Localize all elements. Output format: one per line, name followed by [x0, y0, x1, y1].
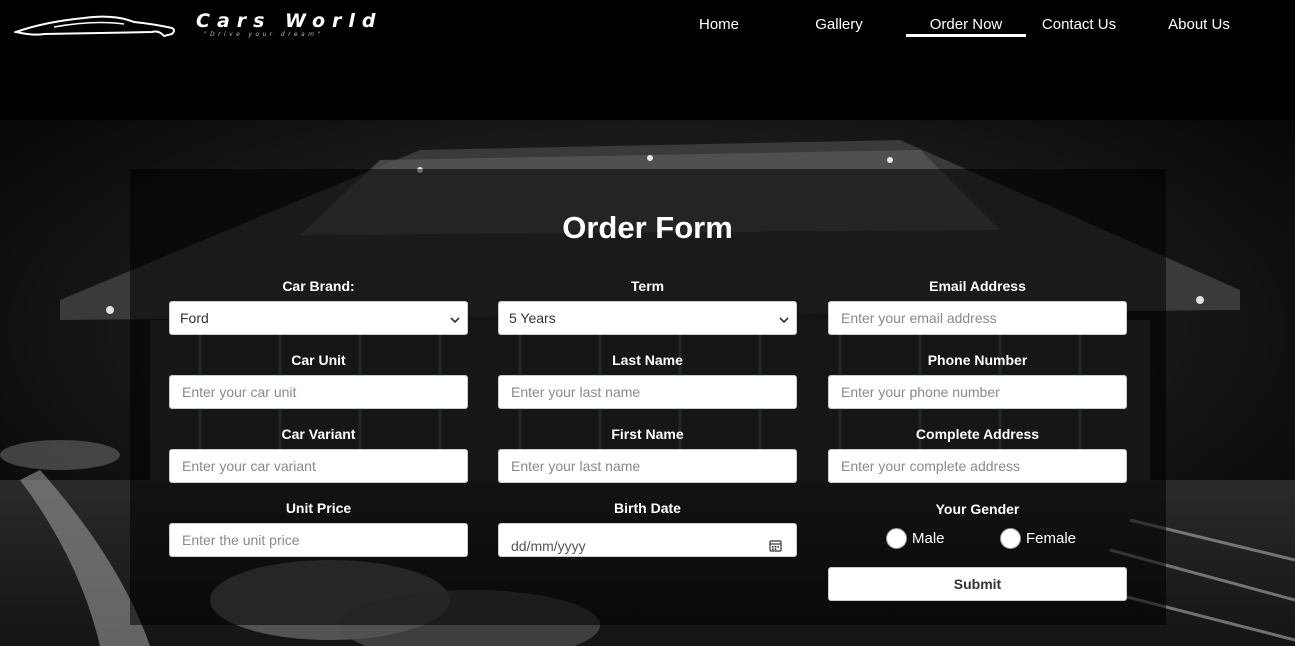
car-brand-select[interactable]: Ford	[169, 301, 468, 335]
car-brand-label: Car Brand:	[282, 278, 355, 294]
brand-logo[interactable]: Cars World "Drive your dream"	[12, 10, 376, 44]
unit-price-label: Unit Price	[285, 500, 352, 516]
first-name-field: First Name	[498, 425, 797, 483]
email-input[interactable]	[828, 301, 1127, 335]
car-variant-field: Car Variant	[169, 425, 468, 483]
email-field: Email Address	[828, 277, 1127, 335]
birth-date-field: Birth Date dd/mm/yyyy	[498, 499, 797, 557]
calendar-icon[interactable]	[769, 539, 782, 552]
gender-male-label: Male	[912, 530, 945, 547]
brand-title: Cars World	[196, 10, 383, 32]
email-label: Email Address	[929, 278, 1026, 294]
nav-gallery[interactable]: Gallery	[779, 16, 899, 33]
term-label: Term	[630, 278, 665, 294]
last-name-field: Last Name	[498, 351, 797, 409]
term-select[interactable]: 5 Years	[498, 301, 797, 335]
address-field: Complete Address	[828, 425, 1127, 483]
phone-label: Phone Number	[927, 352, 1028, 368]
car-unit-input[interactable]	[169, 375, 468, 409]
nav-contact-us[interactable]: Contact Us	[1019, 16, 1139, 33]
birth-date-input[interactable]	[498, 523, 797, 557]
last-name-label: Last Name	[612, 352, 683, 368]
gender-female-label: Female	[1026, 530, 1077, 547]
term-field: Term 5 Years	[498, 277, 797, 335]
form-title: Order Form	[562, 210, 733, 245]
address-label: Complete Address	[915, 426, 1040, 442]
gender-options: Male Female	[828, 528, 1127, 556]
radio-circle-icon[interactable]	[1000, 528, 1021, 549]
car-brand-select-wrap: Ford	[169, 301, 468, 335]
birth-date-label: Birth Date	[614, 500, 681, 516]
car-variant-label: Car Variant	[281, 426, 356, 442]
gender-field: Your Gender Male Female	[828, 500, 1127, 556]
first-name-input[interactable]	[498, 449, 797, 483]
site-header: Cars World "Drive your dream" Home Galle…	[0, 0, 1295, 48]
nav-about-us[interactable]: About Us	[1139, 16, 1259, 33]
term-select-wrap: 5 Years	[498, 301, 797, 335]
chevron-down-icon[interactable]	[779, 315, 789, 325]
phone-field: Phone Number	[828, 351, 1127, 409]
first-name-label: First Name	[611, 426, 684, 442]
unit-price-input[interactable]	[169, 523, 468, 557]
car-brand-field: Car Brand: Ford	[169, 277, 468, 335]
phone-input[interactable]	[828, 375, 1127, 409]
gender-radio-female[interactable]: Female	[1000, 528, 1076, 549]
unit-price-field: Unit Price	[169, 499, 468, 557]
address-input[interactable]	[828, 449, 1127, 483]
car-variant-input[interactable]	[169, 449, 468, 483]
radio-circle-icon[interactable]	[886, 528, 907, 549]
car-silhouette-logo-icon	[12, 15, 175, 38]
car-unit-field: Car Unit	[169, 351, 468, 409]
nav-order-now[interactable]: Order Now	[906, 16, 1026, 37]
car-unit-label: Car Unit	[291, 352, 346, 368]
birth-date-wrap: dd/mm/yyyy	[498, 523, 797, 557]
nav-home[interactable]: Home	[659, 16, 779, 33]
last-name-input[interactable]	[498, 375, 797, 409]
brand-tagline: "Drive your dream"	[204, 31, 324, 38]
gender-radio-male[interactable]: Male	[886, 528, 945, 549]
submit-button[interactable]: Submit	[828, 567, 1127, 601]
gender-label: Your Gender	[935, 501, 1020, 517]
chevron-down-icon[interactable]	[450, 315, 460, 325]
